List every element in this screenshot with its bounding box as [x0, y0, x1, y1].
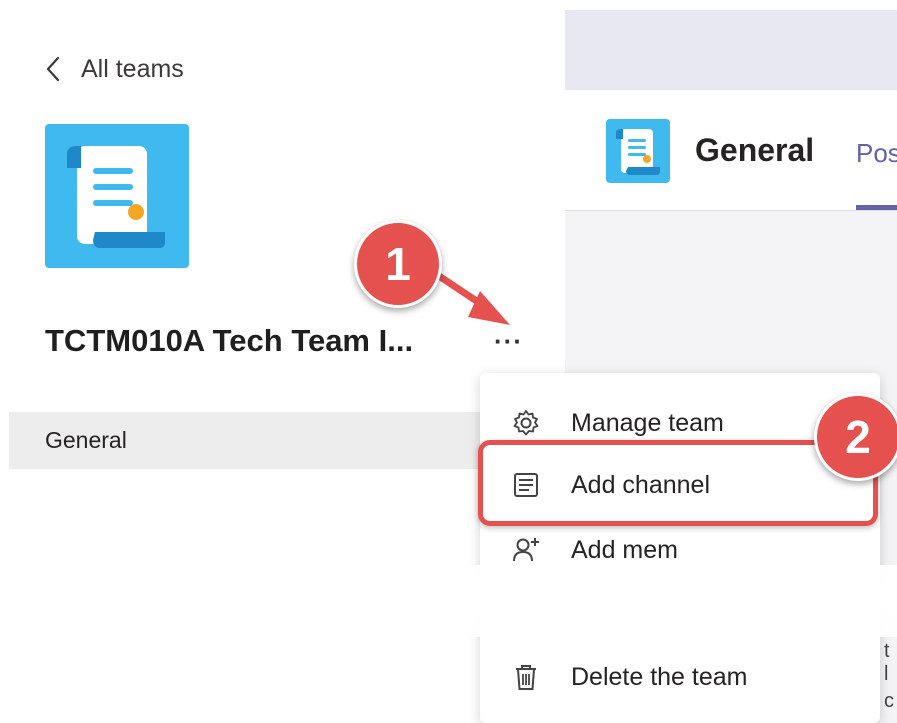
pane-text-peek: c [884, 690, 894, 712]
screenshot-cut-fade [462, 565, 897, 637]
menu-item-label: Manage team [571, 408, 724, 437]
team-name: TCTM010A Tech Team I... [45, 323, 414, 358]
step-1-badge: 1 [354, 220, 442, 308]
channel-title: General [695, 132, 815, 168]
gear-icon [513, 410, 539, 436]
tab-posts[interactable]: Pos [856, 138, 897, 169]
app-header-band [565, 10, 897, 90]
tab-posts-indicator [856, 205, 897, 210]
document-scroll-icon [67, 146, 165, 248]
trash-icon [516, 665, 536, 690]
add-member-icon [513, 538, 539, 562]
channel-label: General [45, 427, 127, 453]
team-avatar[interactable] [45, 124, 189, 268]
back-label: All teams [81, 54, 184, 83]
document-scroll-icon [616, 129, 660, 175]
top-strip [0, 0, 565, 10]
back-to-all-teams-link[interactable]: All teams [45, 52, 184, 86]
menu-item-label: Delete the team [571, 662, 748, 691]
menu-item-label: Add mem [571, 535, 678, 564]
step-2-badge: 2 [814, 393, 897, 481]
channel-team-icon [606, 119, 670, 183]
chevron-left-icon [46, 56, 60, 82]
pane-text-peek: t l [884, 640, 890, 685]
menu-item-delete-team[interactable]: Delete the team [480, 647, 880, 707]
